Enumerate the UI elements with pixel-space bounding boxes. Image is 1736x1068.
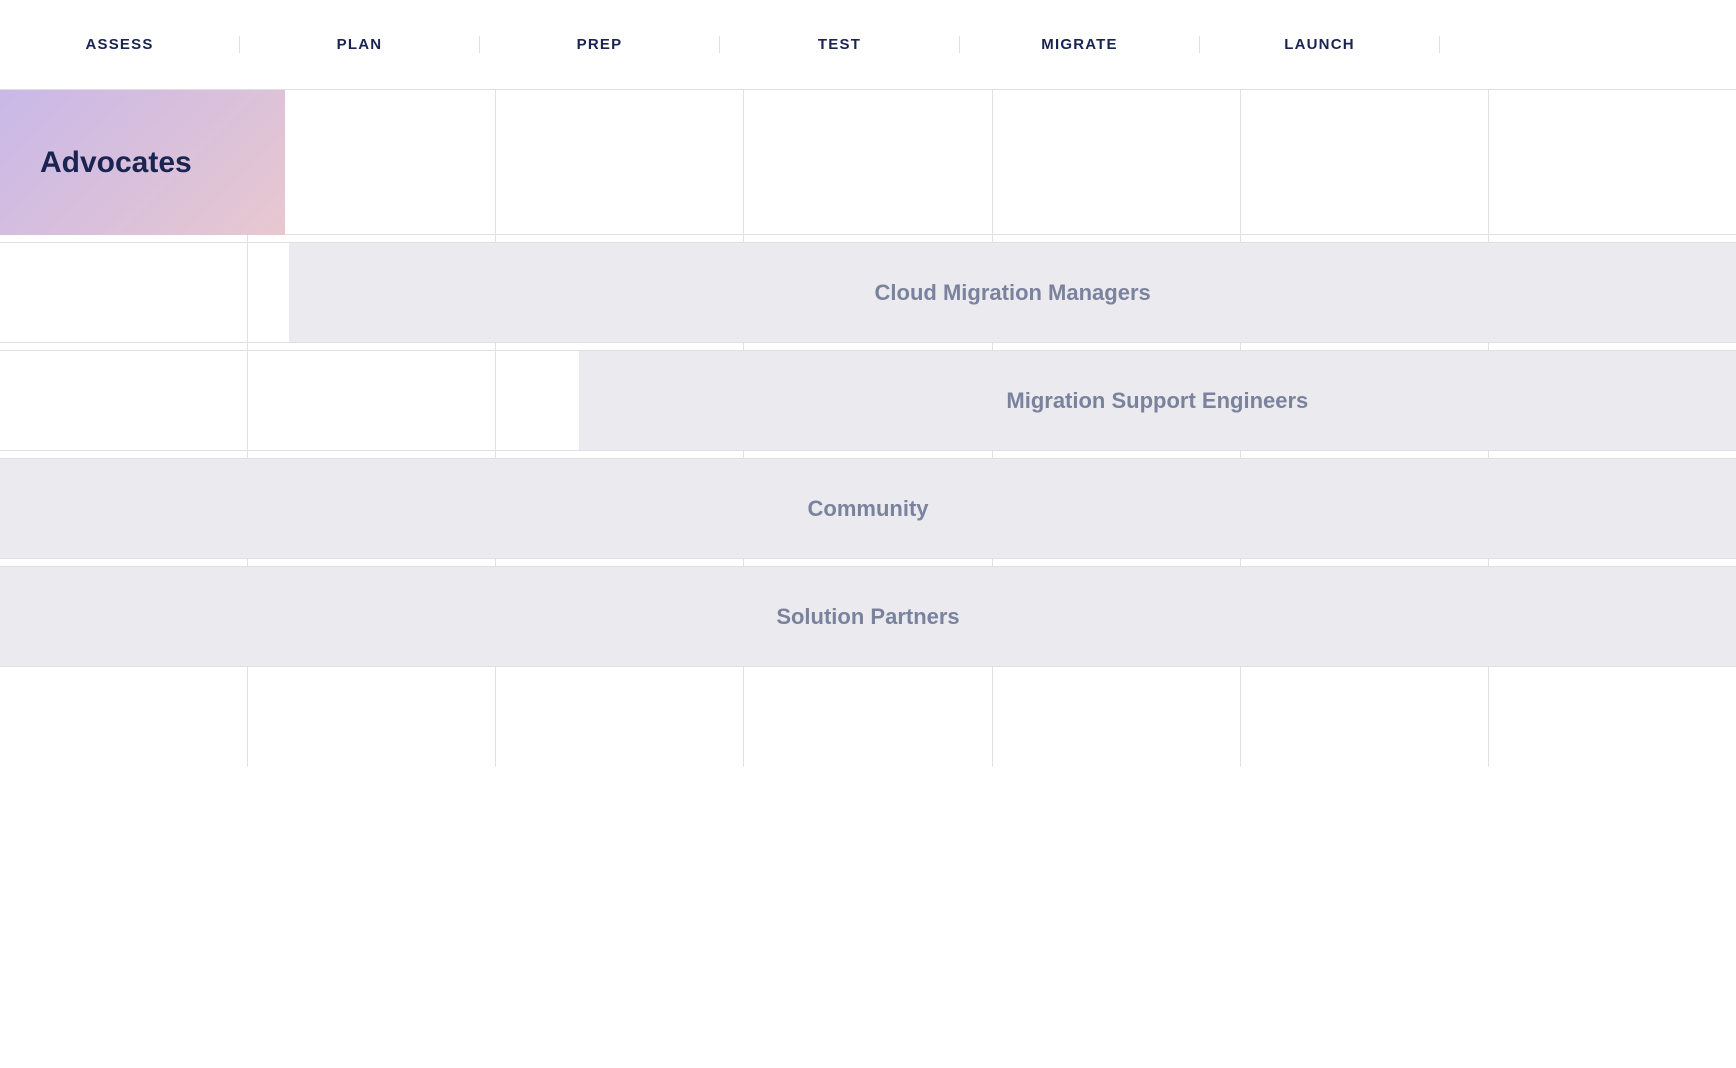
row-community: Community xyxy=(0,459,1736,559)
spacer-2 xyxy=(0,343,1736,351)
community-label: Community xyxy=(808,496,929,522)
cloud-migration-managers-band: Cloud Migration Managers xyxy=(289,243,1736,342)
col-plan xyxy=(248,90,496,234)
community-band: Community xyxy=(0,459,1736,558)
col-extra xyxy=(1489,90,1736,234)
row-solution-partners: Solution Partners xyxy=(0,567,1736,667)
grid-body: Advocates xyxy=(0,90,1736,767)
row-migration-support-engineers: Migration Support Engineers xyxy=(0,351,1736,451)
header-test: TEST xyxy=(720,36,960,53)
row-cloud-migration-managers: Cloud Migration Managers xyxy=(0,243,1736,343)
spacer-3 xyxy=(0,451,1736,459)
header-launch: LAUNCH xyxy=(1200,36,1440,53)
migration-support-engineers-band: Migration Support Engineers xyxy=(579,351,1736,450)
row-advocates: Advocates xyxy=(0,90,1736,235)
spacer-bottom xyxy=(0,667,1736,767)
advocates-title: Advocates xyxy=(40,146,192,180)
main-container: ASSESS PLAN PREP TEST MIGRATE LAUNCH Adv… xyxy=(0,0,1736,1068)
header-plan: PLAN xyxy=(240,36,480,53)
header-prep: PREP xyxy=(480,36,720,53)
spacer-1 xyxy=(0,235,1736,243)
header-row: ASSESS PLAN PREP TEST MIGRATE LAUNCH xyxy=(0,0,1736,90)
header-assess: ASSESS xyxy=(0,36,240,53)
solution-partners-band: Solution Partners xyxy=(0,567,1736,666)
col-migrate xyxy=(993,90,1241,234)
header-migrate: MIGRATE xyxy=(960,36,1200,53)
col-prep xyxy=(496,90,744,234)
spacer-4 xyxy=(0,559,1736,567)
col-launch xyxy=(1241,90,1489,234)
solution-partners-label: Solution Partners xyxy=(776,604,959,630)
cloud-migration-managers-label: Cloud Migration Managers xyxy=(875,280,1151,306)
advocates-card: Advocates xyxy=(0,90,285,235)
col-test xyxy=(744,90,992,234)
migration-support-engineers-label: Migration Support Engineers xyxy=(1006,388,1308,414)
